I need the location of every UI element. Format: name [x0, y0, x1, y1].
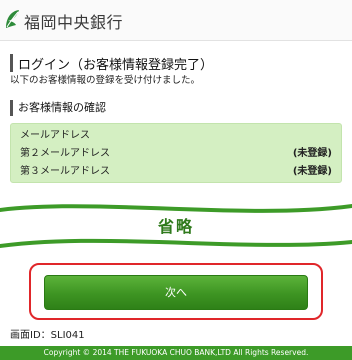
app-header: 福岡中央銀行: [0, 0, 352, 41]
screen-id: 画面ID：SLI041: [10, 330, 85, 341]
next-button[interactable]: 次へ: [44, 275, 308, 310]
omitted-label: 省略: [157, 217, 194, 236]
info-value: (未登録): [292, 148, 332, 159]
info-label: 第２メールアドレス: [20, 148, 110, 159]
bank-name: 福岡中央銀行: [24, 13, 124, 32]
info-label: メールアドレス: [20, 130, 90, 141]
leaf-logo-icon: [6, 10, 19, 28]
page-description: 以下のお客様情報の登録を受け付けました。: [10, 75, 201, 86]
section-title: お客様情報の確認: [10, 100, 106, 116]
customer-info-box: メールアドレス 第２メールアドレス (未登録) 第３メールアドレス (未登録): [10, 123, 342, 183]
info-row-email2: 第２メールアドレス (未登録): [20, 146, 332, 162]
footer-copyright: Copyright © 2014 THE FUKUOKA CHUO BANK,L…: [0, 346, 352, 360]
info-row-email: メールアドレス: [20, 128, 332, 144]
info-value: (未登録): [292, 166, 332, 177]
page-title: ログイン（お客様情報登録完了）: [18, 58, 214, 73]
info-row-email3: 第３メールアドレス (未登録): [20, 164, 332, 180]
page-title-block: ログイン（お客様情報登録完了）: [10, 54, 350, 73]
info-label: 第３メールアドレス: [20, 166, 110, 177]
